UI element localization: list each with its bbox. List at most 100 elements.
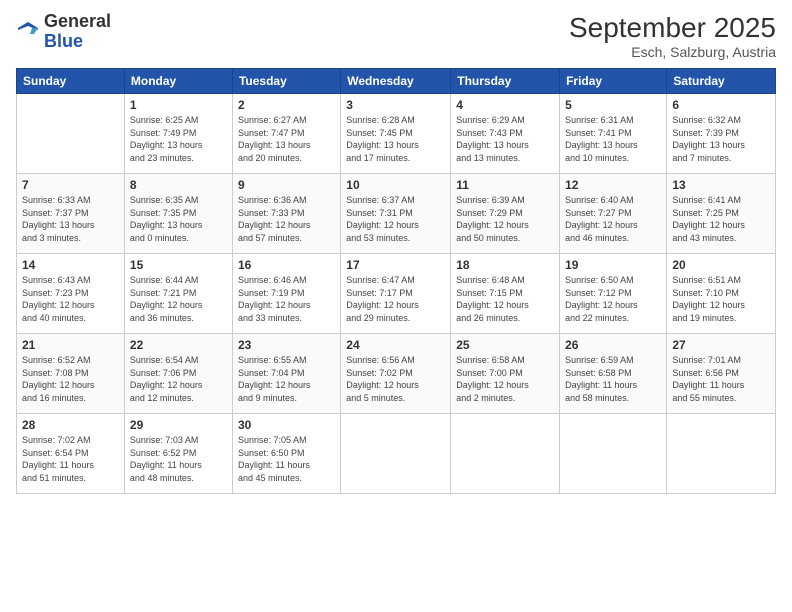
calendar-week-5: 28Sunrise: 7:02 AMSunset: 6:54 PMDayligh… — [17, 414, 776, 494]
day-number: 25 — [456, 338, 554, 352]
col-header-monday: Monday — [124, 69, 232, 94]
day-number: 21 — [22, 338, 119, 352]
day-info: Sunrise: 6:51 AMSunset: 7:10 PMDaylight:… — [672, 274, 770, 324]
day-info: Sunrise: 6:56 AMSunset: 7:02 PMDaylight:… — [346, 354, 445, 404]
day-info: Sunrise: 6:39 AMSunset: 7:29 PMDaylight:… — [456, 194, 554, 244]
day-number: 18 — [456, 258, 554, 272]
logo-icon — [16, 20, 40, 44]
calendar-week-1: 1Sunrise: 6:25 AMSunset: 7:49 PMDaylight… — [17, 94, 776, 174]
day-info: Sunrise: 6:27 AMSunset: 7:47 PMDaylight:… — [238, 114, 335, 164]
day-number: 3 — [346, 98, 445, 112]
day-number: 20 — [672, 258, 770, 272]
page-header: General Blue September 2025 Esch, Salzbu… — [16, 12, 776, 60]
calendar-cell: 18 Sunrise: 6:48 AMSunset: 7:15 PMDayligh… — [451, 254, 560, 334]
calendar-cell: 24 Sunrise: 6:56 AMSunset: 7:02 PMDayligh… — [341, 334, 451, 414]
location: Esch, Salzburg, Austria — [569, 44, 776, 60]
day-number: 24 — [346, 338, 445, 352]
day-info: Sunrise: 6:32 AMSunset: 7:39 PMDaylight:… — [672, 114, 770, 164]
calendar-cell: 19 Sunrise: 6:50 AMSunset: 7:12 PMDayligh… — [560, 254, 667, 334]
calendar-cell: 5Sunrise: 6:31 AMSunset: 7:41 PMDaylight… — [560, 94, 667, 174]
calendar-cell: 21 Sunrise: 6:52 AMSunset: 7:08 PMDayligh… — [17, 334, 125, 414]
calendar-cell: 2 Sunrise: 6:27 AMSunset: 7:47 PMDaylight… — [232, 94, 340, 174]
calendar-cell: 12 Sunrise: 6:40 AMSunset: 7:27 PMDayligh… — [560, 174, 667, 254]
calendar-cell: 16 Sunrise: 6:46 AMSunset: 7:19 PMDayligh… — [232, 254, 340, 334]
calendar-cell: 11 Sunrise: 6:39 AMSunset: 7:29 PMDayligh… — [451, 174, 560, 254]
day-number: 12 — [565, 178, 661, 192]
day-info: Sunrise: 6:50 AMSunset: 7:12 PMDaylight:… — [565, 274, 661, 324]
calendar-cell — [667, 414, 776, 494]
day-info: Sunrise: 6:41 AMSunset: 7:25 PMDaylight:… — [672, 194, 770, 244]
calendar-cell: 3 Sunrise: 6:28 AMSunset: 7:45 PMDaylight… — [341, 94, 451, 174]
logo-text: General Blue — [44, 12, 111, 52]
day-info: Sunrise: 7:01 AMSunset: 6:56 PMDaylight:… — [672, 354, 770, 404]
day-info: Sunrise: 6:33 AMSunset: 7:37 PMDaylight:… — [22, 194, 119, 244]
day-number: 15 — [130, 258, 227, 272]
day-number: 6 — [672, 98, 770, 112]
day-number: 2 — [238, 98, 335, 112]
calendar-cell: 26 Sunrise: 6:59 AMSunset: 6:58 PMDayligh… — [560, 334, 667, 414]
day-info: Sunrise: 6:40 AMSunset: 7:27 PMDaylight:… — [565, 194, 661, 244]
calendar-cell — [17, 94, 125, 174]
day-number: 10 — [346, 178, 445, 192]
calendar-cell: 25 Sunrise: 6:58 AMSunset: 7:00 PMDayligh… — [451, 334, 560, 414]
day-number: 11 — [456, 178, 554, 192]
calendar-cell: 22 Sunrise: 6:54 AMSunset: 7:06 PMDayligh… — [124, 334, 232, 414]
day-info: Sunrise: 6:52 AMSunset: 7:08 PMDaylight:… — [22, 354, 119, 404]
day-number: 17 — [346, 258, 445, 272]
day-info: Sunrise: 6:46 AMSunset: 7:19 PMDaylight:… — [238, 274, 335, 324]
day-info: Sunrise: 7:03 AMSunset: 6:52 PMDaylight:… — [130, 434, 227, 484]
calendar: SundayMondayTuesdayWednesdayThursdayFrid… — [16, 68, 776, 494]
calendar-cell: 28Sunrise: 7:02 AMSunset: 6:54 PMDayligh… — [17, 414, 125, 494]
calendar-cell: 9 Sunrise: 6:36 AMSunset: 7:33 PMDaylight… — [232, 174, 340, 254]
calendar-week-3: 14 Sunrise: 6:43 AMSunset: 7:23 PMDayligh… — [17, 254, 776, 334]
day-info: Sunrise: 6:59 AMSunset: 6:58 PMDaylight:… — [565, 354, 661, 404]
col-header-sunday: Sunday — [17, 69, 125, 94]
day-number: 14 — [22, 258, 119, 272]
calendar-cell: 23Sunrise: 6:55 AMSunset: 7:04 PMDayligh… — [232, 334, 340, 414]
calendar-cell: 7Sunrise: 6:33 AMSunset: 7:37 PMDaylight… — [17, 174, 125, 254]
calendar-cell: 20 Sunrise: 6:51 AMSunset: 7:10 PMDayligh… — [667, 254, 776, 334]
day-info: Sunrise: 6:43 AMSunset: 7:23 PMDaylight:… — [22, 274, 119, 324]
day-info: Sunrise: 6:25 AMSunset: 7:49 PMDaylight:… — [130, 114, 227, 164]
calendar-cell: 13 Sunrise: 6:41 AMSunset: 7:25 PMDayligh… — [667, 174, 776, 254]
calendar-cell: 4Sunrise: 6:29 AMSunset: 7:43 PMDaylight… — [451, 94, 560, 174]
day-info: Sunrise: 6:29 AMSunset: 7:43 PMDaylight:… — [456, 114, 554, 164]
calendar-cell — [341, 414, 451, 494]
col-header-wednesday: Wednesday — [341, 69, 451, 94]
day-info: Sunrise: 6:36 AMSunset: 7:33 PMDaylight:… — [238, 194, 335, 244]
calendar-cell: 27 Sunrise: 7:01 AMSunset: 6:56 PMDayligh… — [667, 334, 776, 414]
calendar-cell: 6 Sunrise: 6:32 AMSunset: 7:39 PMDaylight… — [667, 94, 776, 174]
day-number: 16 — [238, 258, 335, 272]
day-info: Sunrise: 6:47 AMSunset: 7:17 PMDaylight:… — [346, 274, 445, 324]
col-header-friday: Friday — [560, 69, 667, 94]
day-number: 29 — [130, 418, 227, 432]
col-header-thursday: Thursday — [451, 69, 560, 94]
day-info: Sunrise: 6:58 AMSunset: 7:00 PMDaylight:… — [456, 354, 554, 404]
col-header-saturday: Saturday — [667, 69, 776, 94]
day-info: Sunrise: 7:05 AMSunset: 6:50 PMDaylight:… — [238, 434, 335, 484]
day-number: 22 — [130, 338, 227, 352]
day-number: 13 — [672, 178, 770, 192]
calendar-header-row: SundayMondayTuesdayWednesdayThursdayFrid… — [17, 69, 776, 94]
day-number: 9 — [238, 178, 335, 192]
calendar-cell: 14 Sunrise: 6:43 AMSunset: 7:23 PMDayligh… — [17, 254, 125, 334]
title-block: September 2025 Esch, Salzburg, Austria — [569, 12, 776, 60]
day-number: 28 — [22, 418, 119, 432]
col-header-tuesday: Tuesday — [232, 69, 340, 94]
day-number: 19 — [565, 258, 661, 272]
day-info: Sunrise: 6:28 AMSunset: 7:45 PMDaylight:… — [346, 114, 445, 164]
day-info: Sunrise: 6:55 AMSunset: 7:04 PMDaylight:… — [238, 354, 335, 404]
calendar-cell: 8Sunrise: 6:35 AMSunset: 7:35 PMDaylight… — [124, 174, 232, 254]
day-number: 26 — [565, 338, 661, 352]
calendar-cell — [451, 414, 560, 494]
day-info: Sunrise: 6:54 AMSunset: 7:06 PMDaylight:… — [130, 354, 227, 404]
calendar-week-2: 7Sunrise: 6:33 AMSunset: 7:37 PMDaylight… — [17, 174, 776, 254]
calendar-cell: 30Sunrise: 7:05 AMSunset: 6:50 PMDayligh… — [232, 414, 340, 494]
day-info: Sunrise: 6:44 AMSunset: 7:21 PMDaylight:… — [130, 274, 227, 324]
day-info: Sunrise: 6:48 AMSunset: 7:15 PMDaylight:… — [456, 274, 554, 324]
day-number: 27 — [672, 338, 770, 352]
day-number: 5 — [565, 98, 661, 112]
calendar-cell: 17 Sunrise: 6:47 AMSunset: 7:17 PMDayligh… — [341, 254, 451, 334]
day-info: Sunrise: 6:35 AMSunset: 7:35 PMDaylight:… — [130, 194, 227, 244]
calendar-week-4: 21 Sunrise: 6:52 AMSunset: 7:08 PMDayligh… — [17, 334, 776, 414]
